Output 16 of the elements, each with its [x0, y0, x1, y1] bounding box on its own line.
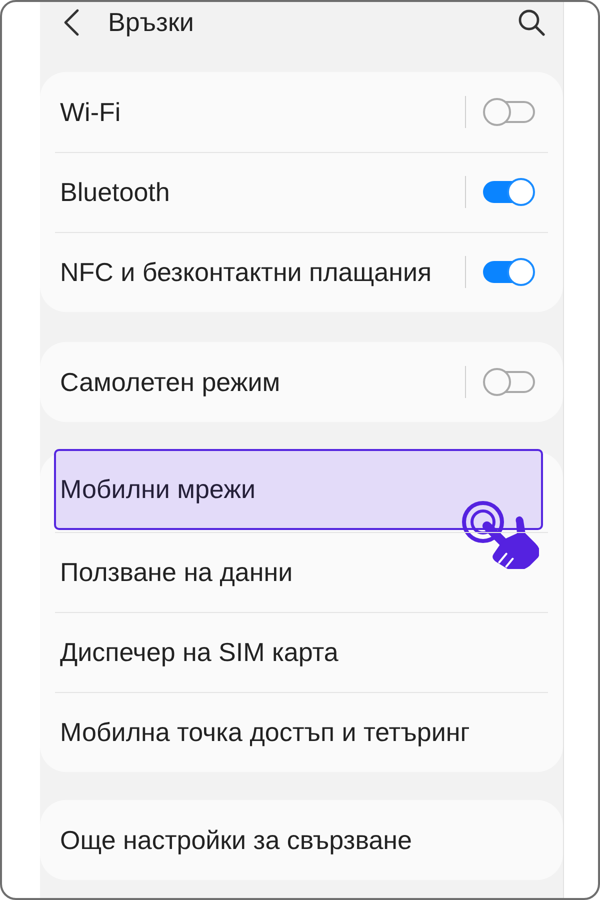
setting-label[interactable]: Диспечер на SIM карта	[60, 632, 536, 672]
setting-label: Wi-Fi	[60, 96, 122, 128]
setting-label: Bluetooth	[60, 176, 171, 208]
setting-label: NFC и безконтактни плащания	[60, 256, 433, 288]
setting-label: Самолетен режим	[60, 366, 282, 398]
setting-label[interactable]: Ползване на данни	[60, 552, 536, 592]
screen-title: Връзки	[108, 6, 194, 38]
setting-label[interactable]: Мобилни мрежи	[60, 470, 514, 509]
toggle-switch[interactable]	[482, 97, 536, 127]
toggle-switch[interactable]	[482, 177, 536, 207]
back-icon[interactable]	[63, 8, 80, 36]
setting-label[interactable]: Още настройки за свързване	[60, 820, 536, 860]
toggle-switch[interactable]	[482, 367, 536, 397]
search-icon[interactable]	[518, 8, 545, 36]
setting-label[interactable]: Мобилна точка достъп и тетъринг	[60, 712, 536, 752]
toggle-switch[interactable]	[482, 257, 536, 287]
